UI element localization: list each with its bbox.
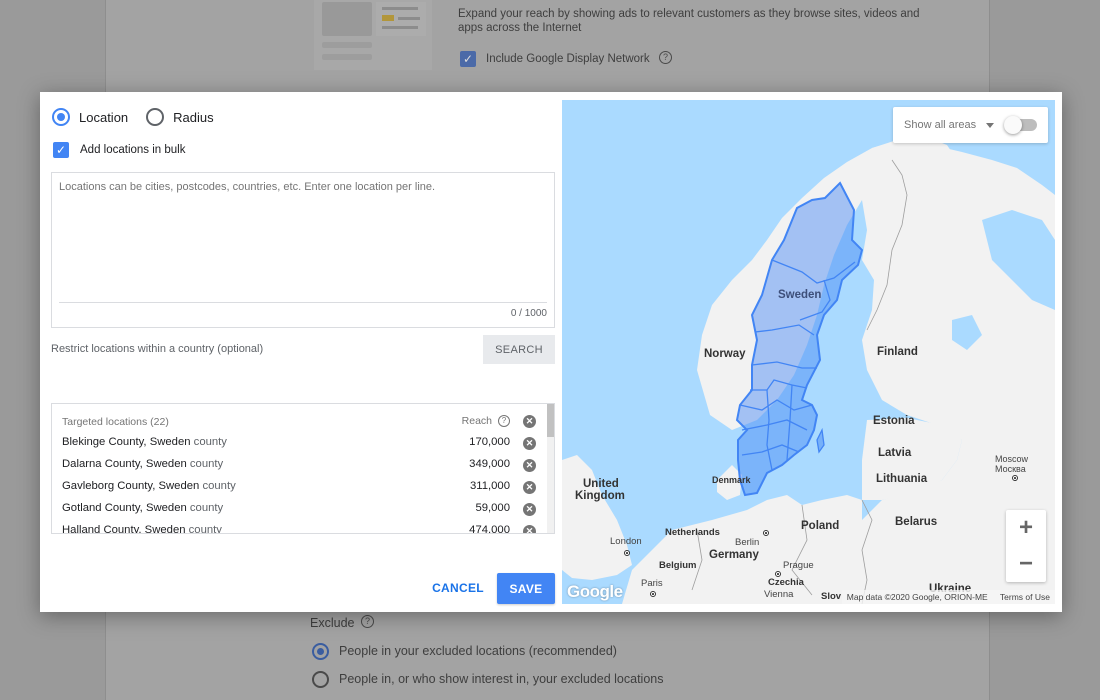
location-name: Blekinge County, Sweden county <box>62 436 227 448</box>
zoom-in-button[interactable]: + <box>1006 510 1046 546</box>
show-all-areas-dropdown[interactable]: Show all areas <box>904 119 976 131</box>
google-logo: Google <box>567 582 623 601</box>
remove-all-icon[interactable]: ✕ <box>523 415 536 428</box>
map-label-belarus: Belarus <box>895 516 938 528</box>
location-reach: 59,000 <box>475 502 510 514</box>
location-dialog: Location Radius ✓ Add locations in bulk … <box>40 92 1062 612</box>
help-icon[interactable]: ? <box>361 615 374 628</box>
save-button[interactable]: SAVE <box>497 573 555 604</box>
map-attribution: Map data ©2020 Google, ORION-ME Terms of… <box>841 590 1055 604</box>
bulk-locations-field: 0 / 1000 <box>51 172 555 328</box>
terms-of-use-link[interactable]: Terms of Use <box>1000 592 1050 602</box>
show-all-areas-toggle[interactable] <box>1004 116 1037 134</box>
location-radio-label[interactable]: Location <box>79 110 128 125</box>
location-name: Gotland County, Sweden county <box>62 502 224 514</box>
location-reach: 311,000 <box>470 480 510 492</box>
map-label-uk: United <box>583 478 619 490</box>
map-label-slovakia: Slov <box>821 591 842 602</box>
exclude-option-label: People in, or who show interest in, your… <box>339 672 664 686</box>
bulk-add-row: ✓ Add locations in bulk <box>53 142 185 158</box>
list-item: Halland County, Sweden county 474,000 ✕ <box>62 524 554 534</box>
display-network-description: Expand your reach by showing ads to rele… <box>458 8 920 34</box>
map-label-netherlands: Netherlands <box>665 527 720 538</box>
map-label-poland: Poland <box>801 520 840 532</box>
radius-radio-label[interactable]: Radius <box>173 110 213 125</box>
textarea-underline <box>59 302 547 303</box>
map-data-credit: Map data ©2020 Google, ORION-ME <box>846 592 988 602</box>
city-marker-icon <box>1012 475 1018 481</box>
restrict-country-input[interactable]: Restrict locations within a country (opt… <box>51 343 263 355</box>
show-all-areas-control: Show all areas <box>893 107 1048 143</box>
display-network-label: Include Google Display Network <box>486 53 650 65</box>
reach-header-label: Reach <box>461 415 492 427</box>
location-name: Halland County, Sweden county <box>62 524 222 534</box>
exclude-option-radio[interactable] <box>312 643 329 660</box>
city-marker-icon <box>650 591 656 597</box>
character-counter: 0 / 1000 <box>510 308 547 319</box>
map-zoom-control: + − <box>1006 510 1046 582</box>
map-label-moscow-ru: Москва <box>995 464 1026 474</box>
bulk-add-checkbox[interactable]: ✓ <box>53 142 69 158</box>
list-item: Gotland County, Sweden county 59,000 ✕ <box>62 502 554 524</box>
map-label-denmark: Denmark <box>712 475 751 485</box>
exclude-option-label: People in your excluded locations (recom… <box>339 644 617 658</box>
list-scrollbar[interactable] <box>547 404 554 533</box>
city-marker-icon <box>763 530 769 536</box>
reach-header: Reach ? <box>462 415 510 427</box>
map-label-sweden: Sweden <box>778 289 822 301</box>
location-reach: 474,000 <box>469 524 510 534</box>
map-label-london: London <box>610 536 642 547</box>
map-label-uk: Kingdom <box>575 490 625 502</box>
map-label-lithuania: Lithuania <box>876 473 928 485</box>
location-name: Dalarna County, Sweden county <box>62 458 224 470</box>
map-label-prague: Prague <box>783 560 814 571</box>
cancel-button[interactable]: CANCEL <box>424 573 492 603</box>
targeted-locations-header: Targeted locations (22) <box>62 416 169 428</box>
city-marker-icon <box>624 550 630 556</box>
mode-radio-group: Location Radius <box>52 108 232 126</box>
map-label-germany: Germany <box>709 549 759 561</box>
map-label-belgium: Belgium <box>659 560 697 571</box>
map-label-norway: Norway <box>704 348 746 360</box>
targeted-locations-list: Targeted locations (22) Reach ? ✕ Blekin… <box>51 403 555 534</box>
display-network-checkbox[interactable]: ✓ <box>460 51 476 67</box>
bulk-add-label[interactable]: Add locations in bulk <box>80 144 185 156</box>
exclude-option-radio[interactable] <box>312 671 329 688</box>
scrollbar-thumb[interactable] <box>547 404 554 437</box>
list-item: Blekinge County, Sweden county 170,000 ✕ <box>62 436 554 458</box>
map-label-czechia: Czechia <box>768 577 804 588</box>
map-label-vienna: Vienna <box>764 589 794 600</box>
exclude-heading: Exclude <box>310 616 355 630</box>
caret-down-icon[interactable] <box>986 123 994 128</box>
bulk-locations-textarea[interactable] <box>52 173 554 301</box>
location-reach: 170,000 <box>469 436 510 448</box>
map-label-estonia: Estonia <box>873 415 915 427</box>
search-button[interactable]: SEARCH <box>483 335 555 364</box>
list-item: Dalarna County, Sweden county 349,000 ✕ <box>62 458 554 480</box>
remove-location-icon[interactable]: ✕ <box>523 437 536 450</box>
help-icon[interactable]: ? <box>498 415 510 427</box>
map-label-finland: Finland <box>877 346 918 358</box>
remove-location-icon[interactable]: ✕ <box>523 481 536 494</box>
zoom-out-button[interactable]: − <box>1006 546 1046 582</box>
map-label-berlin: Berlin <box>735 537 760 548</box>
radius-radio[interactable] <box>146 108 165 126</box>
remove-location-icon[interactable]: ✕ <box>523 459 536 472</box>
list-item: Gavleborg County, Sweden county 311,000 … <box>62 480 554 502</box>
location-radio[interactable] <box>52 108 70 126</box>
help-icon[interactable]: ? <box>659 51 672 64</box>
remove-location-icon[interactable]: ✕ <box>523 503 536 516</box>
map-label-latvia: Latvia <box>878 447 912 459</box>
map[interactable]: Sweden Norway Finland Estonia Latvia Lit… <box>562 100 1055 604</box>
location-name: Gavleborg County, Sweden county <box>62 480 236 492</box>
display-network-illustration <box>314 0 432 70</box>
map-label-moscow: Moscow <box>995 454 1029 464</box>
map-label-paris: Paris <box>641 578 663 589</box>
location-reach: 349,000 <box>469 458 510 470</box>
remove-location-icon[interactable]: ✕ <box>523 525 536 533</box>
